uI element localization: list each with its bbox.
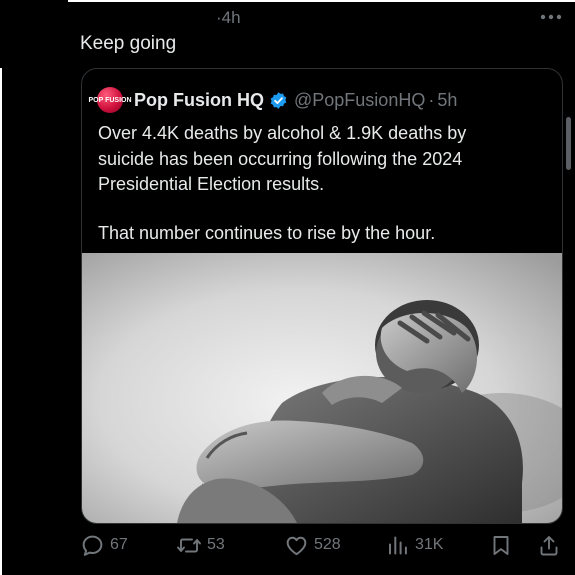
more-options-icon[interactable]	[537, 6, 565, 28]
scrollbar-thumb[interactable]	[566, 117, 571, 170]
quoted-paragraph: That number continues to rise by the hou…	[98, 222, 436, 243]
post-timestamp[interactable]: ·4h	[216, 8, 241, 28]
verified-badge-icon	[269, 91, 288, 110]
quoted-post-text: Over 4.4K deaths by alcohol & 1.9K death…	[98, 121, 518, 246]
timestamp-value: 4h	[221, 8, 241, 27]
bookmark-icon	[490, 533, 512, 558]
quoted-post-header: POP FUSION Pop Fusion HQ @PopFusionHQ · …	[88, 85, 457, 115]
quoted-separator: ·	[428, 89, 435, 110]
quoted-post-card[interactable]: POP FUSION Pop Fusion HQ @PopFusionHQ · …	[81, 68, 563, 524]
post-text: Keep going	[80, 33, 177, 54]
repost-button[interactable]: 53	[176, 531, 225, 559]
repost-count: 53	[207, 536, 225, 553]
quoted-timestamp[interactable]: 5h	[437, 90, 457, 111]
like-count: 528	[314, 536, 341, 553]
screenshot-edge-left	[0, 68, 2, 575]
reply-button[interactable]: 67	[80, 531, 128, 559]
reply-count: 67	[110, 536, 128, 553]
views-button[interactable]: 31K	[386, 531, 443, 559]
share-icon	[538, 533, 560, 558]
post-actions-bar: 67 53 528 31K	[80, 531, 566, 559]
analytics-icon	[386, 533, 410, 558]
bookmark-button[interactable]	[490, 531, 512, 559]
quoted-author-avatar[interactable]: POP FUSION	[88, 87, 132, 113]
share-button[interactable]	[538, 531, 560, 559]
quoted-post-photo[interactable]	[82, 253, 562, 523]
avatar-logo-text: POP FUSION	[88, 96, 132, 104]
views-count: 31K	[415, 536, 444, 553]
reply-icon	[80, 533, 105, 558]
screenshot-edge-top	[68, 0, 575, 2]
like-button[interactable]: 528	[284, 531, 341, 559]
repost-icon	[176, 533, 202, 558]
quoted-author-handle[interactable]: @PopFusionHQ	[294, 90, 425, 111]
heart-icon	[284, 533, 309, 558]
quoted-paragraph: Over 4.4K deaths by alcohol & 1.9K death…	[98, 123, 467, 194]
quoted-author-name[interactable]: Pop Fusion HQ	[134, 90, 264, 111]
